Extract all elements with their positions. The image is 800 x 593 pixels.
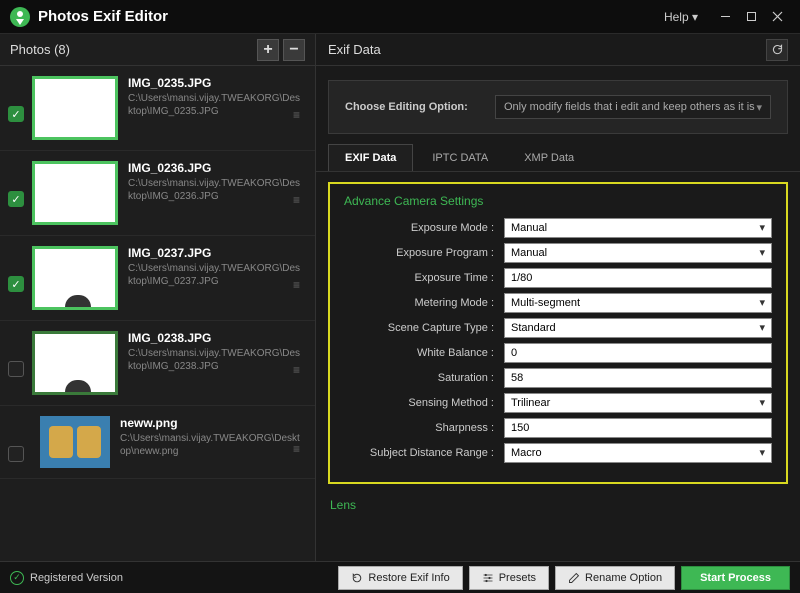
rename-option-button[interactable]: Rename Option bbox=[555, 566, 675, 590]
minimize-button[interactable] bbox=[712, 5, 738, 29]
photo-name: IMG_0235.JPG bbox=[128, 76, 305, 90]
maximize-button[interactable] bbox=[738, 5, 764, 29]
field-label: Scene Capture Type : bbox=[344, 322, 504, 334]
field-input[interactable]: Trilinear bbox=[504, 393, 772, 413]
photo-thumbnail bbox=[32, 76, 118, 140]
field-label: Subject Distance Range : bbox=[344, 447, 504, 459]
field-row: White Balance : 0 bbox=[344, 343, 772, 363]
app-title: Photos Exif Editor bbox=[38, 8, 664, 25]
field-input[interactable]: 58 bbox=[504, 368, 772, 388]
photo-checkbox[interactable] bbox=[8, 276, 24, 292]
drag-handle-icon[interactable]: ≡ bbox=[293, 442, 301, 456]
drag-handle-icon[interactable]: ≡ bbox=[293, 278, 301, 292]
field-input[interactable]: 0 bbox=[504, 343, 772, 363]
tab-exif[interactable]: EXIF Data bbox=[328, 144, 413, 171]
field-input[interactable]: Manual bbox=[504, 243, 772, 263]
photo-checkbox[interactable] bbox=[8, 191, 24, 207]
app-logo-icon bbox=[10, 7, 30, 27]
photo-checkbox[interactable] bbox=[8, 446, 24, 462]
drag-handle-icon[interactable]: ≡ bbox=[293, 108, 301, 122]
photo-item[interactable]: IMG_0236.JPG C:\Users\mansi.vijay.TWEAKO… bbox=[0, 151, 315, 236]
statusbar: ✓ Registered Version Restore Exif Info P… bbox=[0, 561, 800, 593]
field-row: Metering Mode : Multi-segment bbox=[344, 293, 772, 313]
start-process-button[interactable]: Start Process bbox=[681, 566, 790, 590]
photo-thumbnail bbox=[40, 416, 110, 468]
presets-button[interactable]: Presets bbox=[469, 566, 549, 590]
photo-path: C:\Users\mansi.vijay.TWEAKORG\Desktop\IM… bbox=[128, 347, 305, 373]
photo-path: C:\Users\mansi.vijay.TWEAKORG\Desktop\IM… bbox=[128, 92, 305, 118]
photo-name: neww.png bbox=[120, 416, 305, 430]
editing-option-select[interactable]: Only modify fields that i edit and keep … bbox=[495, 95, 771, 119]
refresh-button[interactable] bbox=[766, 39, 788, 61]
photo-item[interactable]: IMG_0238.JPG C:\Users\mansi.vijay.TWEAKO… bbox=[0, 321, 315, 406]
field-row: Exposure Time : 1/80 bbox=[344, 268, 772, 288]
photo-item[interactable]: IMG_0235.JPG C:\Users\mansi.vijay.TWEAKO… bbox=[0, 66, 315, 151]
photo-thumbnail bbox=[32, 161, 118, 225]
remove-photo-button[interactable]: − bbox=[283, 39, 305, 61]
exif-panel: Exif Data Choose Editing Option: Only mo… bbox=[316, 34, 800, 561]
photo-checkbox[interactable] bbox=[8, 361, 24, 377]
field-input[interactable]: 150 bbox=[504, 418, 772, 438]
exif-title: Exif Data bbox=[328, 42, 766, 57]
field-input[interactable]: 1/80 bbox=[504, 268, 772, 288]
field-label: Exposure Program : bbox=[344, 247, 504, 259]
photos-count-label: Photos (8) bbox=[10, 42, 253, 57]
field-input[interactable]: Macro bbox=[504, 443, 772, 463]
photo-list[interactable]: IMG_0235.JPG C:\Users\mansi.vijay.TWEAKO… bbox=[0, 66, 315, 561]
photo-path: C:\Users\mansi.vijay.TWEAKORG\Desktop\ne… bbox=[120, 432, 305, 458]
field-label: Exposure Mode : bbox=[344, 222, 504, 234]
photo-thumbnail bbox=[32, 246, 118, 310]
field-row: Exposure Mode : Manual bbox=[344, 218, 772, 238]
field-label: Saturation : bbox=[344, 372, 504, 384]
field-row: Sharpness : 150 bbox=[344, 418, 772, 438]
photos-header: Photos (8) + − bbox=[0, 34, 315, 66]
photo-checkbox[interactable] bbox=[8, 106, 24, 122]
help-menu[interactable]: Help ▾ bbox=[664, 10, 698, 24]
field-label: Sharpness : bbox=[344, 422, 504, 434]
photo-item[interactable]: neww.png C:\Users\mansi.vijay.TWEAKORG\D… bbox=[0, 406, 315, 479]
field-input[interactable]: Multi-segment bbox=[504, 293, 772, 313]
field-row: Subject Distance Range : Macro bbox=[344, 443, 772, 463]
tab-xmp[interactable]: XMP Data bbox=[507, 144, 591, 171]
exif-header: Exif Data bbox=[316, 34, 800, 66]
titlebar: Photos Exif Editor Help ▾ bbox=[0, 0, 800, 34]
field-input[interactable]: Manual bbox=[504, 218, 772, 238]
photos-panel: Photos (8) + − IMG_0235.JPG C:\Users\man… bbox=[0, 34, 316, 561]
add-photo-button[interactable]: + bbox=[257, 39, 279, 61]
field-row: Scene Capture Type : Standard bbox=[344, 318, 772, 338]
version-label: Registered Version bbox=[30, 572, 123, 584]
section-title: Advance Camera Settings bbox=[344, 194, 772, 208]
photo-name: IMG_0236.JPG bbox=[128, 161, 305, 175]
data-tabs: EXIF Data IPTC DATA XMP Data bbox=[316, 144, 800, 172]
field-label: Metering Mode : bbox=[344, 297, 504, 309]
photo-thumbnail bbox=[32, 331, 118, 395]
field-row: Exposure Program : Manual bbox=[344, 243, 772, 263]
field-label: Sensing Method : bbox=[344, 397, 504, 409]
photo-name: IMG_0238.JPG bbox=[128, 331, 305, 345]
drag-handle-icon[interactable]: ≡ bbox=[293, 363, 301, 377]
field-row: Saturation : 58 bbox=[344, 368, 772, 388]
photo-name: IMG_0237.JPG bbox=[128, 246, 305, 260]
advance-camera-section: Advance Camera Settings Exposure Mode : … bbox=[328, 182, 788, 484]
restore-exif-button[interactable]: Restore Exif Info bbox=[338, 566, 462, 590]
tab-iptc[interactable]: IPTC DATA bbox=[415, 144, 505, 171]
lens-section-title: Lens bbox=[328, 494, 788, 516]
photo-path: C:\Users\mansi.vijay.TWEAKORG\Desktop\IM… bbox=[128, 262, 305, 288]
field-label: Exposure Time : bbox=[344, 272, 504, 284]
close-button[interactable] bbox=[764, 5, 790, 29]
registered-icon: ✓ bbox=[10, 571, 24, 585]
field-input[interactable]: Standard bbox=[504, 318, 772, 338]
photo-item[interactable]: IMG_0237.JPG C:\Users\mansi.vijay.TWEAKO… bbox=[0, 236, 315, 321]
drag-handle-icon[interactable]: ≡ bbox=[293, 193, 301, 207]
field-label: White Balance : bbox=[344, 347, 504, 359]
editing-option-box: Choose Editing Option: Only modify field… bbox=[328, 80, 788, 134]
exif-form[interactable]: Advance Camera Settings Exposure Mode : … bbox=[316, 172, 800, 561]
photo-path: C:\Users\mansi.vijay.TWEAKORG\Desktop\IM… bbox=[128, 177, 305, 203]
editing-option-label: Choose Editing Option: bbox=[345, 101, 495, 113]
field-row: Sensing Method : Trilinear bbox=[344, 393, 772, 413]
